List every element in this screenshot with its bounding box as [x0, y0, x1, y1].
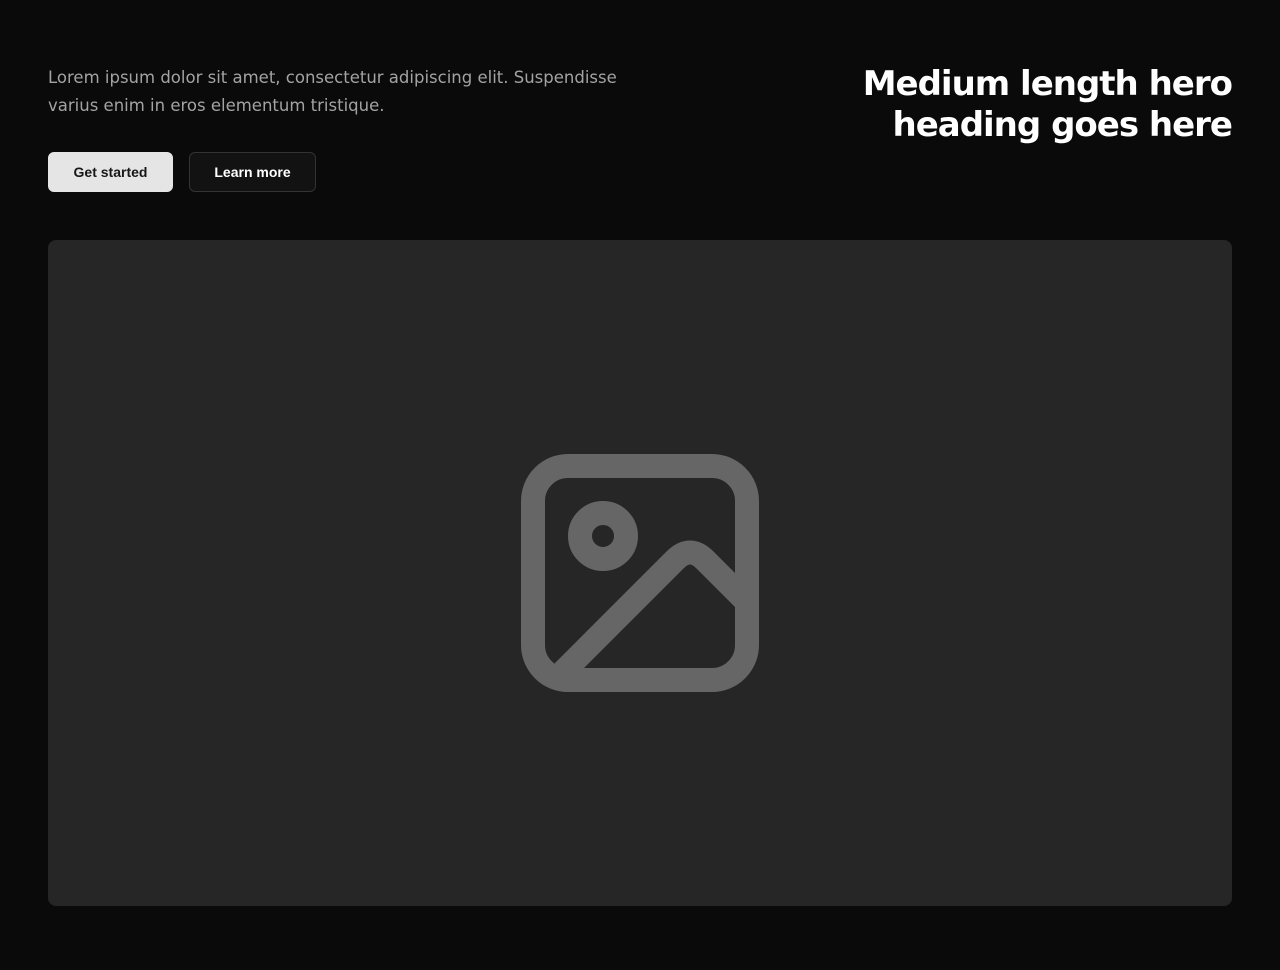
- hero-heading-line-2: heading goes here: [892, 105, 1233, 145]
- hero-description: Lorem ipsum dolor sit amet, consectetur …: [48, 68, 617, 115]
- hero-image-placeholder: [48, 240, 1232, 906]
- learn-more-button[interactable]: Learn more: [189, 152, 316, 192]
- hero-heading-line-1: Medium length hero: [862, 64, 1233, 104]
- hero-actions: Get started Learn more: [48, 152, 316, 192]
- hero-section: Lorem ipsum dolor sit amet, consectetur …: [0, 0, 1280, 970]
- hero-header: Lorem ipsum dolor sit amet, consectetur …: [48, 64, 1233, 194]
- image-placeholder-icon: [521, 454, 759, 692]
- get-started-button[interactable]: Get started: [48, 152, 173, 192]
- hero-heading: Medium length hero heading goes here: [712, 64, 1233, 146]
